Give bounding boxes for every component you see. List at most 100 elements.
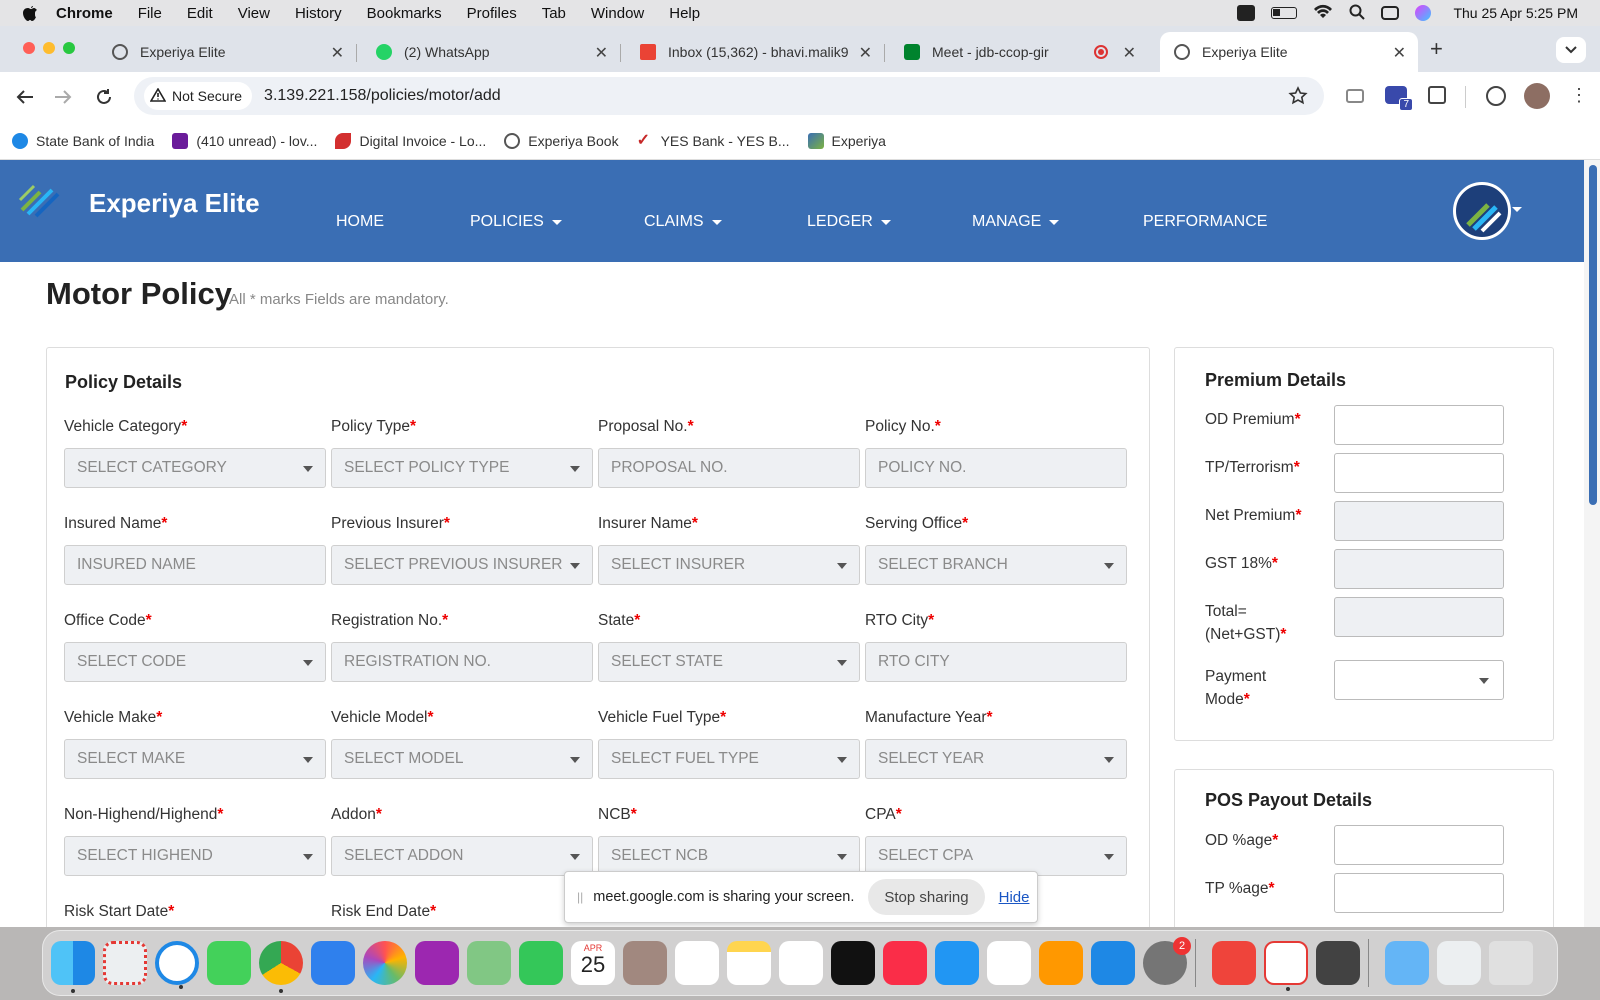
menu-bookmarks[interactable]: Bookmarks — [367, 5, 442, 22]
nav-performance[interactable]: PERFORMANCE — [1143, 213, 1267, 231]
select-dropdown[interactable]: SELECT BRANCH — [865, 545, 1127, 585]
select-dropdown[interactable]: SELECT YEAR — [865, 739, 1127, 779]
trash-icon[interactable] — [1489, 941, 1533, 985]
nav-manage[interactable]: MANAGE — [972, 213, 1060, 231]
od-premium-input[interactable] — [1334, 405, 1504, 445]
menu-file[interactable]: File — [138, 5, 162, 22]
photos-icon[interactable] — [363, 941, 407, 985]
bookmark-item[interactable]: ✓ YES Bank - YES B... — [637, 132, 790, 149]
contacts-icon[interactable] — [623, 941, 667, 985]
nav-claims[interactable]: CLAIMS — [644, 213, 722, 231]
menu-window[interactable]: Window — [591, 5, 644, 22]
finder-icon[interactable] — [51, 941, 95, 993]
menu-help[interactable]: Help — [669, 5, 700, 22]
text-input[interactable]: RTO CITY — [865, 642, 1127, 682]
new-tab-icon[interactable]: + — [1430, 36, 1443, 62]
calendar-icon[interactable]: APR 25 — [571, 941, 615, 985]
keynote-icon[interactable] — [935, 941, 979, 985]
bookmark-item[interactable]: (410 unread) - lov... — [172, 132, 317, 149]
select-dropdown[interactable]: SELECT HIGHEND — [64, 836, 326, 876]
safari-icon[interactable] — [155, 941, 199, 989]
siri-icon[interactable] — [1415, 5, 1432, 21]
bookmark-item[interactable]: State Bank of India — [12, 132, 154, 149]
performance-icon[interactable] — [1486, 86, 1506, 106]
apple-tv-icon[interactable] — [831, 941, 875, 985]
menu-profiles[interactable]: Profiles — [467, 5, 517, 22]
close-tab-icon[interactable]: ✕ — [1393, 43, 1406, 63]
browser-tab[interactable]: (2) WhatsApp ✕ — [362, 32, 621, 72]
menubar-datetime[interactable]: Thu 25 Apr 5:25 PM — [1453, 5, 1578, 21]
select-dropdown[interactable]: SELECT CPA — [865, 836, 1127, 876]
system-settings-icon[interactable]: 2 — [1143, 937, 1191, 985]
tp-terrorism-input[interactable] — [1334, 453, 1504, 493]
freeform-icon[interactable] — [779, 941, 823, 985]
notes-icon[interactable] — [727, 941, 771, 985]
select-dropdown[interactable]: SELECT STATE — [598, 642, 860, 682]
bookmark-item[interactable]: Experiya Book — [504, 132, 619, 149]
avatar-caret-down-icon[interactable] — [1512, 207, 1522, 212]
app-store-icon[interactable] — [1091, 941, 1135, 985]
browser-tab[interactable]: Meet - jdb-ccop-gir ✕ — [890, 32, 1148, 72]
experiya-logo-icon[interactable] — [18, 180, 62, 223]
facetime-icon[interactable] — [519, 941, 563, 985]
hide-banner-link[interactable]: Hide — [999, 889, 1030, 906]
drag-handle-icon[interactable]: || — [577, 890, 583, 904]
page-scrollbar-thumb[interactable] — [1589, 165, 1597, 505]
browser-tab[interactable]: Inbox (15,362) - bhavi.malik9 ✕ — [626, 32, 885, 72]
select-dropdown[interactable]: SELECT INSURER — [598, 545, 860, 585]
puzzle-extensions-icon[interactable] — [1428, 86, 1446, 104]
omnibox[interactable]: Not Secure 3.139.221.158/policies/motor/… — [134, 77, 1324, 115]
select-dropdown[interactable]: SELECT FUEL TYPE — [598, 739, 860, 779]
folder-icon[interactable] — [1385, 941, 1429, 985]
tp-percentage-input[interactable] — [1334, 873, 1504, 913]
bookmark-star-icon[interactable] — [1288, 86, 1308, 111]
security-chip[interactable]: Not Secure — [144, 82, 253, 110]
select-dropdown[interactable]: SELECT CODE — [64, 642, 326, 682]
select-dropdown[interactable]: SELECT CATEGORY — [64, 448, 326, 488]
anydesk-icon[interactable] — [1212, 941, 1256, 985]
camera-icon[interactable] — [1346, 89, 1364, 103]
nav-ledger[interactable]: LEDGER — [807, 213, 891, 231]
url-text[interactable]: 3.139.221.158/policies/motor/add — [264, 87, 501, 105]
close-tab-icon[interactable]: ✕ — [331, 43, 344, 63]
text-input[interactable]: REGISTRATION NO. — [331, 642, 593, 682]
chrome-icon[interactable] — [259, 941, 303, 993]
stop-sharing-button[interactable]: Stop sharing — [868, 879, 985, 915]
maps-icon[interactable] — [467, 941, 511, 985]
control-center-icon[interactable] — [1381, 6, 1400, 20]
battery-icon[interactable] — [1271, 7, 1298, 19]
od-percentage-input[interactable] — [1334, 825, 1504, 865]
mail-icon[interactable] — [311, 941, 355, 985]
apple-icon[interactable] — [22, 4, 38, 22]
close-tab-icon[interactable]: ✕ — [859, 43, 872, 63]
screen-share-icon[interactable] — [1237, 5, 1256, 21]
menu-tab[interactable]: Tab — [542, 5, 566, 22]
window-close-button[interactable] — [23, 42, 35, 54]
calculator-icon[interactable] — [1316, 941, 1360, 985]
podcasts-icon[interactable] — [415, 941, 459, 985]
select-dropdown[interactable]: SELECT POLICY TYPE — [331, 448, 593, 488]
nav-home[interactable]: HOME — [336, 213, 384, 231]
menu-history[interactable]: History — [295, 5, 342, 22]
chrome-menu-icon[interactable]: ⋮ — [1570, 86, 1588, 104]
menu-edit[interactable]: Edit — [187, 5, 213, 22]
reminders-icon[interactable] — [675, 941, 719, 985]
menu-app-name[interactable]: Chrome — [56, 5, 113, 22]
menu-view[interactable]: View — [238, 5, 270, 22]
messages-icon[interactable] — [207, 941, 251, 985]
launchpad-icon[interactable] — [103, 941, 147, 985]
bookmark-item[interactable]: Experiya — [807, 132, 886, 149]
user-avatar[interactable] — [1453, 182, 1511, 240]
brand-name[interactable]: Experiya Elite — [89, 188, 260, 219]
total-input[interactable] — [1334, 597, 1504, 637]
text-input[interactable]: POLICY NO. — [865, 448, 1127, 488]
window-zoom-button[interactable] — [63, 42, 75, 54]
select-dropdown[interactable]: SELECT NCB — [598, 836, 860, 876]
gst-input[interactable] — [1334, 549, 1504, 589]
pages-icon[interactable] — [1039, 941, 1083, 985]
close-tab-icon[interactable]: ✕ — [595, 43, 608, 63]
numbers-icon[interactable] — [987, 941, 1031, 985]
window-minimize-button[interactable] — [43, 42, 55, 54]
browser-tab[interactable]: Experiya Elite ✕ — [98, 32, 357, 72]
select-dropdown[interactable]: SELECT PREVIOUS INSURER — [331, 545, 593, 585]
